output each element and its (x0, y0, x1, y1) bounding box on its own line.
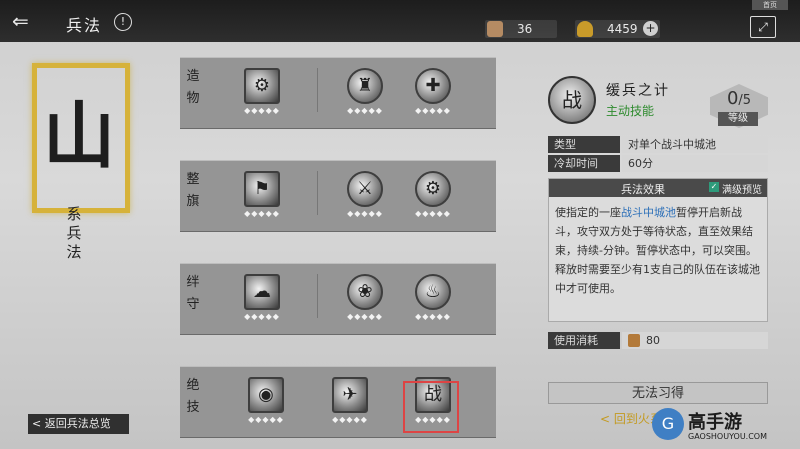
info-icon[interactable]: ! (114, 13, 132, 31)
skill-row-2: 整旗 ⚑ ◆◆◆◆◆ ⚔ ◆◆◆◆◆ ⚙ ◆◆◆◆◆ (180, 160, 496, 232)
cost-row: 使用消耗 80 (548, 332, 768, 349)
preview-checkbox[interactable]: ✓ (709, 182, 719, 192)
skill-2-1[interactable]: ⚑ ◆◆◆◆◆ (242, 171, 282, 221)
skill-icon: ♨ (415, 274, 451, 310)
row-divider (317, 171, 318, 215)
add-gold-button[interactable]: + (643, 21, 658, 36)
skill-2-2[interactable]: ⚔ ◆◆◆◆◆ (345, 171, 385, 221)
logo-subtext: GAOSHOUYOU.COM (688, 432, 768, 441)
skill-level-dots: ◆◆◆◆◆ (244, 209, 280, 218)
cooldown-value: 60分 (622, 155, 768, 172)
selected-skill-highlight (403, 381, 459, 433)
skill-icon: ⚙ (244, 68, 280, 104)
skill-icon: ✈ (332, 377, 368, 413)
token-count: 36 (517, 22, 533, 36)
skill-icon: ⚔ (347, 171, 383, 207)
school-badge-panel: 山 系兵法 (15, 55, 135, 415)
effect-header: 兵法效果 ✓ 满级预览 (549, 179, 767, 197)
back-arrow-icon[interactable]: ⇐ (12, 10, 54, 32)
skill-level-dots: ◆◆◆◆◆ (415, 312, 451, 321)
exit-button[interactable]: ⤢ (750, 16, 776, 38)
effect-title: 兵法效果 (621, 183, 665, 196)
row-label: 造物 (186, 69, 200, 106)
gold-ingot-icon (577, 21, 593, 37)
skill-icon: ✚ (415, 68, 451, 104)
effect-box: 兵法效果 ✓ 满级预览 使指定的一座战斗中城池暂停开启新战斗，攻守双方处于等待状… (548, 178, 768, 322)
row-label: 绊守 (186, 275, 200, 312)
skill-row-1: 造物 ⚙ ◆◆◆◆◆ ♜ ◆◆◆◆◆ ✚ ◆◆◆◆◆ (180, 57, 496, 129)
learn-button[interactable]: 无法习得 (548, 382, 768, 404)
logo-text: 高手游 (688, 412, 742, 433)
cost-value: 80 (622, 332, 768, 349)
type-key: 类型 (548, 136, 620, 153)
skill-level-dots: ◆◆◆◆◆ (347, 209, 383, 218)
gold-count: 4459 (607, 22, 638, 36)
cost-key: 使用消耗 (548, 332, 620, 349)
effect-highlight: 战斗中城池 (621, 206, 676, 219)
type-row: 类型 对单个战斗中城池 (548, 136, 768, 153)
skill-icon: ◉ (248, 377, 284, 413)
school-character: 山 (42, 93, 115, 178)
skill-level-dots: ◆◆◆◆◆ (244, 106, 280, 115)
school-title: 系兵法 (66, 205, 82, 261)
level-value: 0/5 (726, 88, 752, 109)
skill-level-dots: ◆◆◆◆◆ (415, 209, 451, 218)
skill-1-3[interactable]: ✚ ◆◆◆◆◆ (413, 68, 453, 118)
type-value: 对单个战斗中城池 (622, 136, 768, 153)
cost-item-icon (628, 334, 640, 347)
top-tag: 首页 (752, 0, 788, 10)
skill-4-2[interactable]: ✈ ◆◆◆◆◆ (330, 377, 370, 427)
gold-resource: 4459 + (575, 20, 660, 38)
preview-label[interactable]: 满级预览 (722, 181, 762, 196)
cooldown-key: 冷却时间 (548, 155, 620, 172)
page-title: 兵法 (66, 16, 103, 35)
level-caption: 等级 (718, 112, 758, 126)
skill-icon: ⚙ (415, 171, 451, 207)
skill-name: 缓兵之计 (606, 83, 670, 99)
row-divider (317, 274, 318, 318)
watermark-logo: G 高手游 GAOSHOUYOU.COM (652, 406, 797, 446)
skill-4-1[interactable]: ◉ ◆◆◆◆◆ (246, 377, 286, 427)
skill-3-2[interactable]: ❀ ◆◆◆◆◆ (345, 274, 385, 324)
skill-level-dots: ◆◆◆◆◆ (347, 106, 383, 115)
row-label: 绝技 (186, 378, 200, 415)
cooldown-row: 冷却时间 60分 (548, 155, 768, 172)
skill-1-2[interactable]: ♜ ◆◆◆◆◆ (345, 68, 385, 118)
effect-description: 使指定的一座战斗中城池暂停开启新战斗，攻守双方处于等待状态，直至效果结束，持续-… (555, 206, 760, 295)
row-divider (317, 68, 318, 112)
back-to-overview-button[interactable]: < 返回兵法总览 (28, 414, 129, 434)
skill-icon: ☁ (244, 274, 280, 310)
skill-detail-icon: 战 (548, 76, 596, 124)
token-icon (487, 21, 503, 37)
skill-level-dots: ◆◆◆◆◆ (332, 415, 368, 424)
skill-level-dots: ◆◆◆◆◆ (347, 312, 383, 321)
skill-icon: ⚑ (244, 171, 280, 207)
skill-icon: ♜ (347, 68, 383, 104)
skill-icon: ❀ (347, 274, 383, 310)
skill-3-3[interactable]: ♨ ◆◆◆◆◆ (413, 274, 453, 324)
skill-level-dots: ◆◆◆◆◆ (415, 106, 451, 115)
top-bar: ⇐ 兵法 ! 36 4459 + ⤢ 首页 (0, 0, 800, 42)
skill-level-dots: ◆◆◆◆◆ (244, 312, 280, 321)
skill-1-1[interactable]: ⚙ ◆◆◆◆◆ (242, 68, 282, 118)
token-resource: 36 (485, 20, 557, 38)
skill-detail-panel: 战 缓兵之计 主动技能 0/5 等级 类型 对单个战斗中城池 冷却时间 60分 … (540, 62, 780, 442)
skill-row-3: 绊守 ☁ ◆◆◆◆◆ ❀ ◆◆◆◆◆ ♨ ◆◆◆◆◆ (180, 263, 496, 335)
skill-2-3[interactable]: ⚙ ◆◆◆◆◆ (413, 171, 453, 221)
logo-mark: G (652, 408, 684, 440)
skill-level-dots: ◆◆◆◆◆ (248, 415, 284, 424)
row-label: 整旗 (186, 172, 200, 209)
skill-type: 主动技能 (606, 104, 655, 118)
skill-3-1[interactable]: ☁ ◆◆◆◆◆ (242, 274, 282, 324)
